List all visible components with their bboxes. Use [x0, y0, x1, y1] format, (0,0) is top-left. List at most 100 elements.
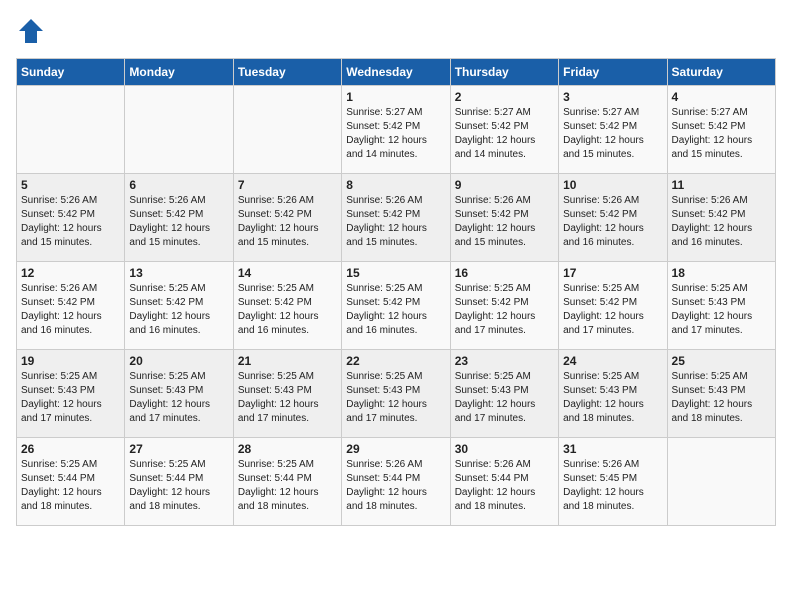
daylight-text: Daylight: 12 hours and 17 minutes.: [129, 398, 228, 426]
sunset-text: Sunset: 5:42 PM: [455, 208, 554, 222]
sunset-text: Sunset: 5:42 PM: [238, 296, 337, 310]
day-cell: 24Sunrise: 5:25 AMSunset: 5:43 PMDayligh…: [559, 350, 667, 438]
day-cell: 29Sunrise: 5:26 AMSunset: 5:44 PMDayligh…: [342, 438, 450, 526]
day-cell: 22 Sunrise: 5:25 AMSunset: 5:43 PMDayligh…: [342, 350, 450, 438]
sunrise-text: Sunrise: 5:25 AM: [129, 458, 228, 472]
sunrise-text: Sunrise: 5:26 AM: [455, 458, 554, 472]
day-info: Sunrise: 5:26 AMSunset: 5:42 PMDaylight:…: [21, 282, 120, 338]
sunrise-text: Sunrise: 5:25 AM: [21, 370, 120, 384]
daylight-text: Daylight: 12 hours and 18 minutes.: [672, 398, 771, 426]
sunrise-text: Sunrise: 5:25 AM: [455, 370, 554, 384]
header-cell-sunday: Sunday: [17, 59, 125, 86]
day-cell: 21Sunrise: 5:25 AMSunset: 5:43 PMDayligh…: [233, 350, 341, 438]
day-info: Sunrise: 5:25 AMSunset: 5:43 PMDaylight:…: [672, 282, 771, 338]
day-info: Sunrise: 5:25 AMSunset: 5:43 PMDaylight:…: [21, 370, 120, 426]
daylight-text: Daylight: 12 hours and 18 minutes.: [346, 486, 445, 514]
day-cell: 12 Sunrise: 5:26 AMSunset: 5:42 PMDayligh…: [17, 262, 125, 350]
page-header: [16, 16, 776, 46]
daylight-text: Daylight: 12 hours and 15 minutes.: [346, 222, 445, 250]
sunrise-text: Sunrise: 5:25 AM: [238, 282, 337, 296]
daylight-text: Daylight: 12 hours and 18 minutes.: [129, 486, 228, 514]
day-info: Sunrise: 5:27 AMSunset: 5:42 PMDaylight:…: [563, 106, 662, 162]
day-cell: 10Sunrise: 5:26 AMSunset: 5:42 PMDayligh…: [559, 174, 667, 262]
sunrise-text: Sunrise: 5:25 AM: [346, 370, 445, 384]
sunrise-text: Sunrise: 5:26 AM: [563, 194, 662, 208]
logo-icon: [16, 16, 46, 46]
daylight-text: Daylight: 12 hours and 16 minutes.: [129, 310, 228, 338]
sunrise-text: Sunrise: 5:26 AM: [346, 458, 445, 472]
day-number: 4: [672, 90, 771, 104]
sunrise-text: Sunrise: 5:26 AM: [455, 194, 554, 208]
daylight-text: Daylight: 12 hours and 16 minutes.: [238, 310, 337, 338]
logo: [16, 16, 50, 46]
day-cell: [17, 86, 125, 174]
sunrise-text: Sunrise: 5:25 AM: [238, 458, 337, 472]
day-number: 24: [563, 354, 662, 368]
day-cell: 18 Sunrise: 5:25 AMSunset: 5:43 PMDayligh…: [667, 262, 775, 350]
day-number: 12: [21, 266, 120, 280]
sunset-text: Sunset: 5:42 PM: [672, 208, 771, 222]
day-info: Sunrise: 5:26 AMSunset: 5:44 PMDaylight:…: [455, 458, 554, 514]
daylight-text: Daylight: 12 hours and 16 minutes.: [672, 222, 771, 250]
sunset-text: Sunset: 5:43 PM: [21, 384, 120, 398]
sunrise-text: Sunrise: 5:25 AM: [563, 370, 662, 384]
day-number: 17: [563, 266, 662, 280]
day-cell: 30Sunrise: 5:26 AMSunset: 5:44 PMDayligh…: [450, 438, 558, 526]
sunset-text: Sunset: 5:43 PM: [672, 384, 771, 398]
week-row-1: 1Sunrise: 5:27 AMSunset: 5:42 PMDaylight…: [17, 86, 776, 174]
day-cell: 31Sunrise: 5:26 AMSunset: 5:45 PMDayligh…: [559, 438, 667, 526]
day-number: 13: [129, 266, 228, 280]
day-cell: 2Sunrise: 5:27 AMSunset: 5:42 PMDaylight…: [450, 86, 558, 174]
day-cell: 4Sunrise: 5:27 AMSunset: 5:42 PMDaylight…: [667, 86, 775, 174]
sunset-text: Sunset: 5:42 PM: [129, 208, 228, 222]
sunrise-text: Sunrise: 5:27 AM: [672, 106, 771, 120]
day-cell: 19 Sunrise: 5:25 AMSunset: 5:43 PMDayligh…: [17, 350, 125, 438]
day-info: Sunrise: 5:25 AMSunset: 5:43 PMDaylight:…: [455, 370, 554, 426]
day-cell: [125, 86, 233, 174]
sunset-text: Sunset: 5:42 PM: [672, 120, 771, 134]
day-number: 31: [563, 442, 662, 456]
day-cell: 13Sunrise: 5:25 AMSunset: 5:42 PMDayligh…: [125, 262, 233, 350]
sunset-text: Sunset: 5:42 PM: [238, 208, 337, 222]
day-number: 2: [455, 90, 554, 104]
day-info: Sunrise: 5:27 AMSunset: 5:42 PMDaylight:…: [346, 106, 445, 162]
day-number: 21: [238, 354, 337, 368]
daylight-text: Daylight: 12 hours and 18 minutes.: [455, 486, 554, 514]
day-cell: 25Sunrise: 5:25 AMSunset: 5:43 PMDayligh…: [667, 350, 775, 438]
sunrise-text: Sunrise: 5:27 AM: [455, 106, 554, 120]
day-info: Sunrise: 5:26 AMSunset: 5:42 PMDaylight:…: [129, 194, 228, 250]
daylight-text: Daylight: 12 hours and 14 minutes.: [346, 134, 445, 162]
sunrise-text: Sunrise: 5:25 AM: [346, 282, 445, 296]
sunrise-text: Sunrise: 5:25 AM: [21, 458, 120, 472]
sunrise-text: Sunrise: 5:25 AM: [129, 282, 228, 296]
day-info: Sunrise: 5:26 AMSunset: 5:42 PMDaylight:…: [238, 194, 337, 250]
day-info: Sunrise: 5:25 AMSunset: 5:43 PMDaylight:…: [346, 370, 445, 426]
sunset-text: Sunset: 5:42 PM: [346, 296, 445, 310]
sunset-text: Sunset: 5:42 PM: [455, 120, 554, 134]
day-number: 1: [346, 90, 445, 104]
day-info: Sunrise: 5:26 AMSunset: 5:42 PMDaylight:…: [563, 194, 662, 250]
day-number: 18: [672, 266, 771, 280]
day-number: 3: [563, 90, 662, 104]
header-cell-tuesday: Tuesday: [233, 59, 341, 86]
day-number: 20: [129, 354, 228, 368]
header-cell-thursday: Thursday: [450, 59, 558, 86]
daylight-text: Daylight: 12 hours and 18 minutes.: [563, 486, 662, 514]
daylight-text: Daylight: 12 hours and 15 minutes.: [455, 222, 554, 250]
day-cell: 8Sunrise: 5:26 AMSunset: 5:42 PMDaylight…: [342, 174, 450, 262]
week-row-2: 5Sunrise: 5:26 AMSunset: 5:42 PMDaylight…: [17, 174, 776, 262]
day-info: Sunrise: 5:26 AMSunset: 5:42 PMDaylight:…: [672, 194, 771, 250]
sunset-text: Sunset: 5:42 PM: [563, 296, 662, 310]
daylight-text: Daylight: 12 hours and 17 minutes.: [672, 310, 771, 338]
sunrise-text: Sunrise: 5:26 AM: [129, 194, 228, 208]
daylight-text: Daylight: 12 hours and 18 minutes.: [238, 486, 337, 514]
day-number: 28: [238, 442, 337, 456]
day-number: 19: [21, 354, 120, 368]
daylight-text: Daylight: 12 hours and 17 minutes.: [455, 398, 554, 426]
day-number: 22: [346, 354, 445, 368]
day-number: 29: [346, 442, 445, 456]
day-info: Sunrise: 5:26 AMSunset: 5:42 PMDaylight:…: [346, 194, 445, 250]
sunset-text: Sunset: 5:44 PM: [21, 472, 120, 486]
sunrise-text: Sunrise: 5:25 AM: [672, 282, 771, 296]
day-info: Sunrise: 5:25 AMSunset: 5:44 PMDaylight:…: [129, 458, 228, 514]
